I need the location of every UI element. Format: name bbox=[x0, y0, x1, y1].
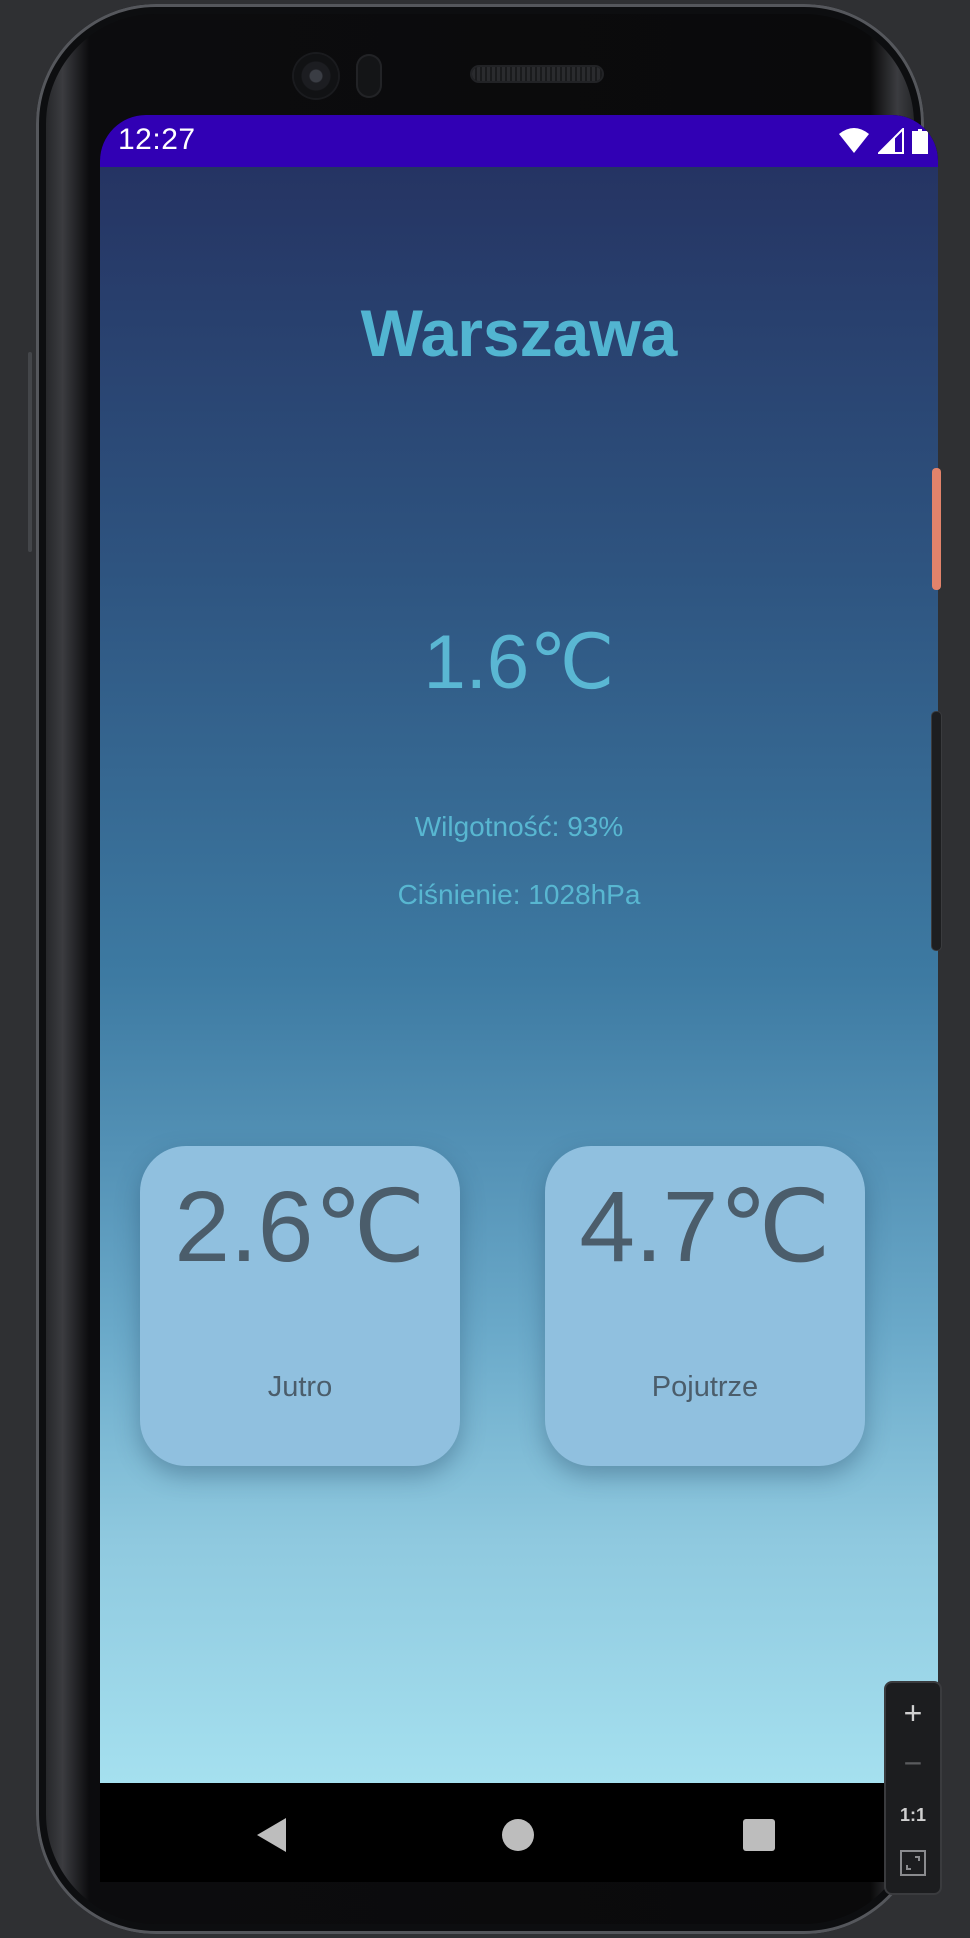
forecast-temperature: 2.6℃ bbox=[174, 1171, 426, 1283]
volume-button-left bbox=[28, 352, 32, 552]
proximity-sensor bbox=[356, 54, 382, 98]
pressure-text: Ciśnienie: 1028hPa bbox=[397, 879, 641, 910]
wifi-icon bbox=[839, 128, 869, 153]
emulator-zoom-panel: + − 1:1 bbox=[886, 1683, 940, 1893]
status-icons bbox=[838, 127, 928, 155]
forecast-day-label: Jutro bbox=[267, 1371, 333, 1403]
signal-icon bbox=[878, 128, 904, 154]
zoom-in-button[interactable]: + bbox=[886, 1693, 940, 1733]
zoom-actual-size-button[interactable]: 1:1 bbox=[886, 1795, 940, 1835]
humidity-text: Wilgotność: 93% bbox=[414, 811, 624, 842]
current-temperature: 1.6℃ bbox=[423, 620, 615, 705]
weather-app: Warszawa 1.6℃ Wilgotność: 93% Ciśnienie:… bbox=[100, 167, 938, 1783]
earpiece-speaker bbox=[472, 67, 602, 81]
back-icon[interactable] bbox=[256, 1817, 288, 1853]
forecast-day-label: Pojutrze bbox=[651, 1371, 759, 1403]
volume-button bbox=[932, 712, 941, 950]
recents-icon[interactable] bbox=[743, 1819, 775, 1851]
battery-icon bbox=[912, 129, 928, 154]
city-name: Warszawa bbox=[360, 296, 678, 370]
forecast-card-day-after[interactable]: 4.7℃ Pojutrze bbox=[545, 1146, 865, 1466]
status-time: 12:27 bbox=[118, 123, 196, 156]
device-screen: 12:27 Warszawa 1.6℃ Wilgotność: 93% Ciśn… bbox=[100, 115, 938, 1882]
zoom-fit-button[interactable] bbox=[886, 1843, 940, 1883]
fit-screen-icon bbox=[900, 1850, 926, 1876]
home-icon[interactable] bbox=[502, 1819, 534, 1851]
zoom-out-button[interactable]: − bbox=[886, 1743, 940, 1783]
forecast-temperature: 4.7℃ bbox=[579, 1171, 831, 1283]
power-button bbox=[932, 468, 941, 590]
navigation-bar bbox=[100, 1783, 938, 1882]
status-bar: 12:27 bbox=[100, 115, 938, 167]
front-camera bbox=[294, 54, 338, 98]
phone-frame: 12:27 Warszawa 1.6℃ Wilgotność: 93% Ciśn… bbox=[36, 4, 938, 1934]
forecast-card-tomorrow[interactable]: 2.6℃ Jutro bbox=[140, 1146, 460, 1466]
